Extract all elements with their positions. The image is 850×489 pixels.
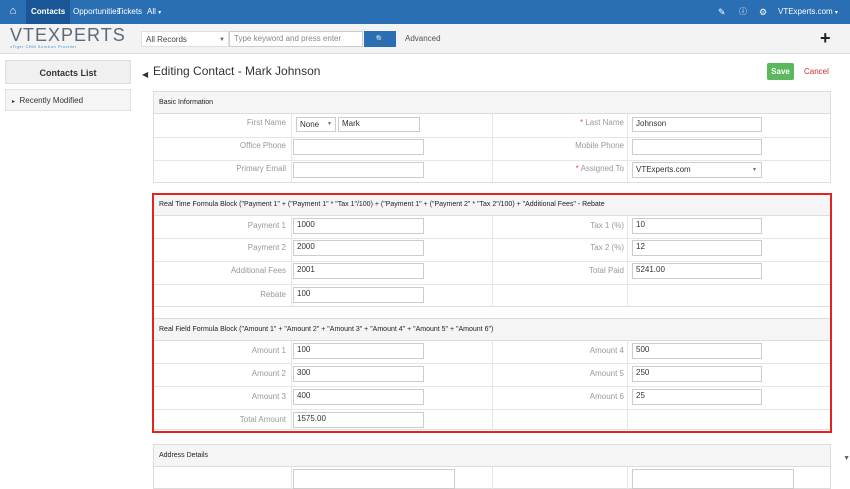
assigned-to-value: VTExperts.com <box>636 165 691 174</box>
highlight-box <box>152 193 832 433</box>
chevron-down-icon: ▾ <box>834 10 838 16</box>
logo[interactable]: VTEXPERTS vTiger CRM Solution Provider <box>10 25 126 51</box>
advanced-search-link[interactable]: Advanced <box>405 31 441 47</box>
pencil-icon[interactable]: ✎ <box>718 0 726 24</box>
chevron-down-icon: ▼ <box>327 121 332 127</box>
first-name-field[interactable]: Mark <box>338 117 420 132</box>
home-icon[interactable]: ⌂ <box>6 4 20 18</box>
add-icon[interactable]: + <box>820 29 831 47</box>
collapse-sidebar-icon[interactable]: ◀ <box>142 70 148 79</box>
sidebar-item-label: Recently Modified <box>19 96 84 105</box>
save-button[interactable]: Save <box>767 63 794 80</box>
caret-right-icon: ▸ <box>12 99 16 105</box>
assigned-to-label: * Assigned To <box>520 164 624 173</box>
divider <box>492 467 493 489</box>
user-name: VTExperts.com <box>778 7 833 16</box>
scroll-down-icon[interactable]: ▼ <box>843 455 850 462</box>
nav-all-label: All <box>147 7 156 16</box>
block-heading: Address Details <box>154 445 830 467</box>
user-menu[interactable]: VTExperts.com ▾ <box>778 0 838 24</box>
nav-all-menu[interactable]: All ▾ <box>142 0 166 24</box>
chevron-down-icon: ▼ <box>219 37 225 43</box>
gear-icon[interactable]: ⚙ <box>759 0 767 24</box>
mailing-street-field[interactable] <box>293 469 455 489</box>
search-button[interactable]: 🔍 <box>364 31 396 47</box>
search-icon: 🔍 <box>375 36 385 43</box>
office-phone-field[interactable] <box>293 139 424 155</box>
last-name-label-text: Last Name <box>585 118 624 127</box>
divider <box>492 114 493 182</box>
nav-contacts[interactable]: Contacts <box>26 0 71 24</box>
last-name-field[interactable]: Johnson <box>632 117 762 132</box>
assigned-to-select[interactable]: VTExperts.com <box>632 162 762 178</box>
divider <box>291 114 292 182</box>
info-icon[interactable]: ⓘ <box>739 0 747 24</box>
mobile-phone-label: Mobile Phone <box>575 141 624 150</box>
salutation-value: None <box>300 120 320 129</box>
page-title: Editing Contact - Mark Johnson <box>153 64 321 78</box>
primary-email-label: Primary Email <box>236 164 286 173</box>
sidebar-title: Contacts List <box>5 60 131 84</box>
search-scope-select[interactable]: All Records ▼ <box>141 31 229 47</box>
divider <box>627 467 628 489</box>
top-navigation-bar: ⌂ Contacts Opportunities Tickets All ▾ ✎… <box>0 0 850 24</box>
assigned-to-label-text: Assigned To <box>580 164 624 173</box>
divider <box>291 467 292 489</box>
logo-brand: VTEXPERTS <box>10 25 126 45</box>
chevron-down-icon: ▼ <box>752 167 757 173</box>
office-phone-label: Office Phone <box>239 141 286 150</box>
primary-email-field[interactable] <box>293 162 424 178</box>
search-scope-value: All Records <box>146 35 187 44</box>
chevron-down-icon: ▾ <box>158 10 162 16</box>
sidebar <box>0 54 140 485</box>
mobile-phone-field[interactable] <box>632 139 762 155</box>
block-heading: Basic Information <box>154 92 830 114</box>
first-name-label: First Name <box>246 118 286 127</box>
search-input[interactable]: Type keyword and press enter <box>229 31 363 47</box>
other-street-field[interactable] <box>632 469 794 489</box>
last-name-label: * Last Name <box>520 118 624 127</box>
cancel-link[interactable]: Cancel <box>804 63 829 80</box>
sidebar-item-recently-modified[interactable]: ▸ Recently Modified <box>5 89 131 111</box>
divider <box>627 114 628 182</box>
